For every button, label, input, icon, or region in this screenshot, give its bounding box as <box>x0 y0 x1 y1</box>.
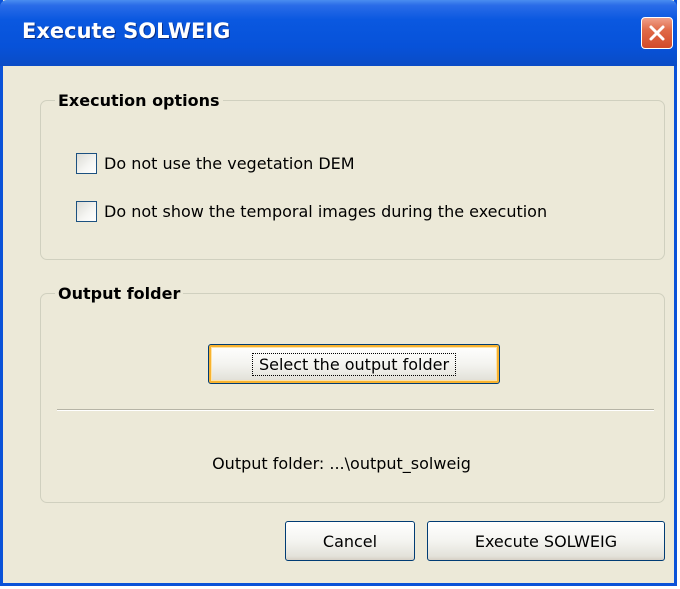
execute-solweig-dialog: Execute SOLWEIG Execution options Do not… <box>0 0 677 586</box>
no-temporal-images-label[interactable]: Do not show the temporal images during t… <box>104 202 547 221</box>
output-folder-separator <box>57 409 654 411</box>
option-no-temporal-images[interactable]: Do not show the temporal images during t… <box>76 201 547 222</box>
select-output-folder-button[interactable]: Select the output folder <box>208 344 500 384</box>
no-temporal-images-checkbox[interactable] <box>76 201 97 222</box>
close-icon <box>648 24 666 42</box>
execution-options-legend: Execution options <box>55 91 223 110</box>
execution-options-group <box>40 100 665 260</box>
select-output-folder-label: Select the output folder <box>251 352 457 376</box>
close-button[interactable] <box>641 17 673 49</box>
no-vegetation-dem-checkbox[interactable] <box>76 153 97 174</box>
output-folder-legend: Output folder <box>55 284 184 303</box>
output-folder-path: Output folder: ...\output_solweig <box>212 454 471 473</box>
cancel-button[interactable]: Cancel <box>285 521 415 561</box>
option-no-vegetation-dem[interactable]: Do not use the vegetation DEM <box>76 153 355 174</box>
execute-solweig-button[interactable]: Execute SOLWEIG <box>427 521 665 561</box>
title-bar[interactable]: Execute SOLWEIG <box>0 0 677 66</box>
no-vegetation-dem-label[interactable]: Do not use the vegetation DEM <box>104 154 355 173</box>
window-title: Execute SOLWEIG <box>22 19 231 43</box>
